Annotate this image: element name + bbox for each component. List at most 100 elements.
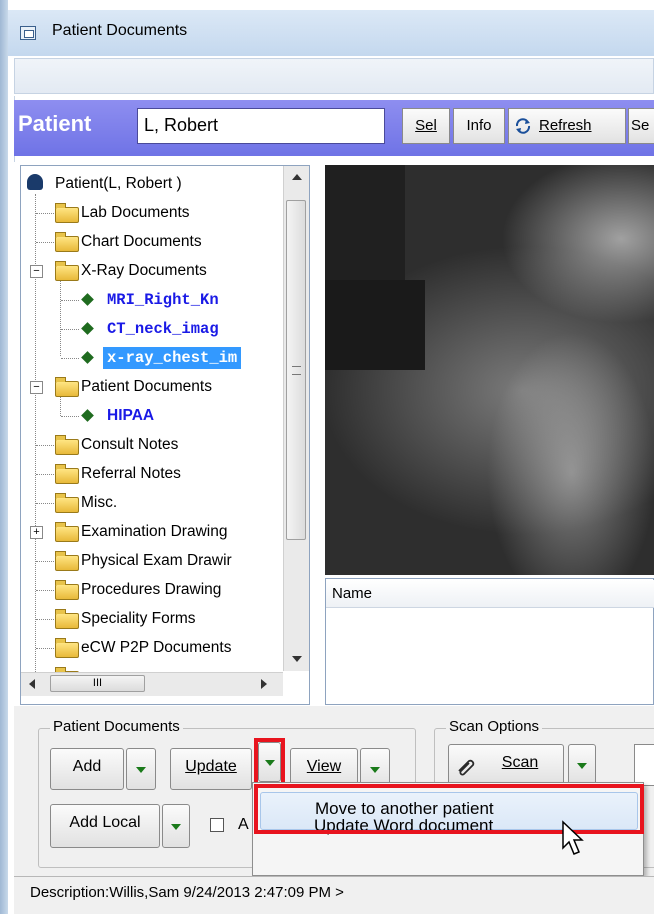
folder-icon [55,232,79,252]
document-icon [81,322,94,335]
tree-item-examination-drawing[interactable]: + Examination Drawing [21,520,301,544]
tree-item-mri-right-knee[interactable]: MRI_Right_Kn [21,288,301,312]
tree-vertical-scroll-thumb[interactable] [286,200,306,540]
scroll-down-icon[interactable] [292,656,302,662]
tree-item-misc[interactable]: Misc. [21,491,301,515]
tree-item-label: Chart Documents [81,233,202,250]
update-button[interactable]: Update [170,748,252,790]
tree-item-patient-documents[interactable]: − Patient Documents [21,375,301,399]
scroll-left-icon[interactable] [29,679,35,689]
add-local-button[interactable]: Add Local [50,804,160,848]
folder-open-icon [55,261,79,281]
tree-item-label: Speciality Forms [81,610,196,627]
add-dropdown-arrow[interactable] [126,748,156,790]
tree-item-label: Procedures Drawing [81,581,222,598]
folder-icon [55,609,79,629]
patient-label: Patient [18,111,92,136]
xray-image-region [325,280,425,370]
tree-item-label: eCW P2P Documents [81,639,232,656]
tree-item-label: Examination Drawing [81,523,228,540]
tree-item-referral-notes[interactable]: Referral Notes [21,462,301,486]
patient-name-field[interactable]: L, Robert [137,108,385,144]
document-tree[interactable]: Patient(L, Robert ) Lab Documents Chart … [20,165,310,705]
window-frame [0,0,8,914]
tree-guide-line [61,300,79,301]
tree-guide-line [61,329,79,330]
document-icon [81,409,94,422]
option-checkbox[interactable] [210,818,224,832]
tree-item-ecw-p2p-documents[interactable]: eCW P2P Documents [21,636,301,660]
tree-guide-line [61,358,79,359]
tree-guide-line [36,503,54,504]
collapse-icon[interactable]: − [30,381,43,394]
tree-item-lab-documents[interactable]: Lab Documents [21,201,301,225]
tree-guide-line [36,242,54,243]
folder-icon [55,580,79,600]
tree-item-xray-documents[interactable]: − X-Ray Documents [21,259,301,283]
tree-guide-line [36,648,54,649]
tree-item-label: Referral Notes [81,465,181,482]
tree-item-label: X-Ray Documents [81,262,207,279]
tree-item-speciality-forms[interactable]: Speciality Forms [21,607,301,631]
tree-item-physical-exam-drawing[interactable]: Physical Exam Drawir [21,549,301,573]
tree-guide-line [36,213,54,214]
tree-item-hipaa[interactable]: HIPAA [21,404,301,428]
document-icon [81,293,94,306]
scan-options-group-title: Scan Options [446,718,543,735]
tree-item-label: HIPAA [107,407,155,424]
select-patient-button[interactable]: Sel [402,108,450,144]
tree-guide-line [36,590,54,591]
tree-root-label: Patient(L, Robert ) [55,175,182,192]
tree-item-xray-chest[interactable]: x-ray_chest_im [21,346,301,370]
grip-icon [292,366,301,375]
mouse-cursor-icon [562,820,584,855]
tree-guide-line [36,619,54,620]
patient-icon [27,174,43,190]
folder-icon [55,522,79,542]
scan-option-field[interactable] [634,744,654,786]
folder-icon [55,551,79,571]
folder-icon [55,435,79,455]
add-local-dropdown-arrow[interactable] [162,804,190,848]
collapse-icon[interactable]: − [30,265,43,278]
scan-dropdown-arrow[interactable] [568,744,596,786]
option-checkbox-label: A [238,816,249,833]
add-button[interactable]: Add [50,748,124,790]
folder-icon [55,464,79,484]
tree-item-consult-notes[interactable]: Consult Notes [21,433,301,457]
tree-guide-line [36,474,54,475]
status-description: Description:Willis,Sam 9/24/2013 2:47:09… [30,884,344,901]
tree-item-ct-neck[interactable]: CT_neck_imag [21,317,301,341]
window-icon [20,26,36,40]
expand-icon[interactable]: + [30,526,43,539]
tree-horizontal-scroll-thumb[interactable]: III [50,675,145,692]
paperclip-icon [458,759,475,776]
tree-guide-line [36,561,54,562]
list-column-name[interactable]: Name [326,580,654,608]
tree-item-label-selected: x-ray_chest_im [103,347,242,369]
truncated-toolbar-button[interactable]: Se [628,108,654,144]
highlight-box-update-arrow [254,738,285,786]
info-button[interactable]: Info [453,108,505,144]
menu-bar [14,58,654,94]
tree-item-label: CT_neck_imag [107,320,219,338]
window-title: Patient Documents [52,22,188,39]
tree-guide-line [61,416,79,417]
tree-item-chart-documents[interactable]: Chart Documents [21,230,301,254]
folder-icon [55,203,79,223]
tree-item-label: MRI_Right_Kn [107,291,219,309]
tree-item-procedures-drawing[interactable]: Procedures Drawing [21,578,301,602]
tree-item-label: Misc. [81,494,118,511]
folder-open-icon [55,377,79,397]
scroll-right-icon[interactable] [261,679,267,689]
tree-item-label: Consult Notes [81,436,179,453]
document-icon [81,351,94,364]
refresh-icon [515,118,531,134]
tree-item-label: Patient Documents [81,378,212,395]
tree-item-label: Lab Documents [81,204,190,221]
scroll-up-icon[interactable] [292,174,302,180]
folder-icon [55,638,79,658]
tree-item-label: Physical Exam Drawir [81,552,232,569]
folder-icon [55,493,79,513]
tree-guide-line [36,445,54,446]
